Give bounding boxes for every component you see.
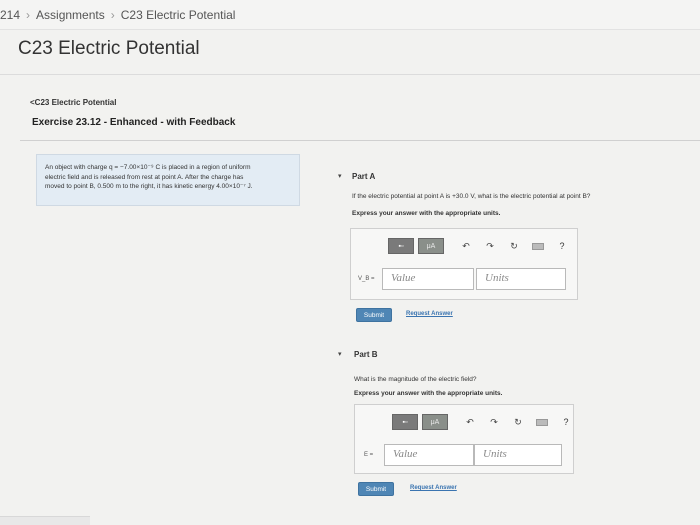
part-b-units-input[interactable]: Units [474,444,562,466]
units-button[interactable]: μA [422,414,448,430]
part-a-value-input[interactable]: Value [382,268,474,290]
part-b-question: What is the magnitude of the electric fi… [354,376,477,383]
breadcrumb-current: C23 Electric Potential [120,7,236,22]
divider [20,140,700,141]
divider [0,74,700,75]
breadcrumb-separator: › [110,7,115,22]
templates-button[interactable]: ▪▫ [392,414,418,430]
problem-line: An object with charge q = −7.00×10⁻⁹ C i… [45,164,251,171]
footer-tab [0,516,90,525]
breadcrumb-separator: › [26,7,31,22]
part-b-instruction: Express your answer with the appropriate… [354,390,503,397]
breadcrumb-course[interactable]: 214 [0,8,20,22]
undo-icon[interactable]: ↶ [464,417,476,428]
part-a-toggle-icon[interactable]: ▾ [338,172,342,180]
reset-icon[interactable]: ↻ [508,241,520,252]
part-b-value-input[interactable]: Value [384,444,474,466]
part-b-request-answer-link[interactable]: Request Answer [410,485,457,491]
part-a-question: If the electric potential at point A is … [352,193,591,200]
keyboard-icon[interactable] [536,418,548,426]
keyboard-icon[interactable] [532,242,544,250]
breadcrumb-assignments[interactable]: Assignments [36,8,105,22]
part-a-submit-button[interactable]: Submit [356,308,392,322]
part-b-submit-button[interactable]: Submit [358,482,394,496]
problem-statement: An object with charge q = −7.00×10⁻⁹ C i… [36,154,300,206]
part-a-units-input[interactable]: Units [476,268,566,290]
part-a-variable-label: V_B = [358,276,375,282]
undo-icon[interactable]: ↶ [460,241,472,252]
reset-icon[interactable]: ↻ [512,417,524,428]
part-a-title[interactable]: Part A [352,172,375,181]
part-b-title[interactable]: Part B [354,350,378,359]
redo-icon[interactable]: ↷ [484,241,496,252]
breadcrumb: 214 › Assignments › C23 Electric Potenti… [0,0,700,30]
problem-line: moved to point B, 0.500 m to the right, … [45,183,253,190]
back-link[interactable]: <C23 Electric Potential [30,98,116,107]
part-b-toggle-icon[interactable]: ▾ [338,350,342,358]
part-a-instruction: Express your answer with the appropriate… [352,210,501,217]
part-b-variable-label: E = [364,452,374,458]
units-button[interactable]: μA [418,238,444,254]
exercise-title: Exercise 23.12 - Enhanced - with Feedbac… [32,117,236,128]
help-icon[interactable]: ? [556,241,568,251]
part-b-toolbar: ▪▫ μA ↶ ↷ ↻ ? [392,414,572,430]
part-a-request-answer-link[interactable]: Request Answer [406,311,453,317]
page-title: C23 Electric Potential [18,38,200,59]
help-icon[interactable]: ? [560,417,572,427]
templates-button[interactable]: ▪▫ [388,238,414,254]
part-a-toolbar: ▪▫ μA ↶ ↷ ↻ ? [388,238,568,254]
redo-icon[interactable]: ↷ [488,417,500,428]
problem-line: electric field and is released from rest… [45,173,244,181]
